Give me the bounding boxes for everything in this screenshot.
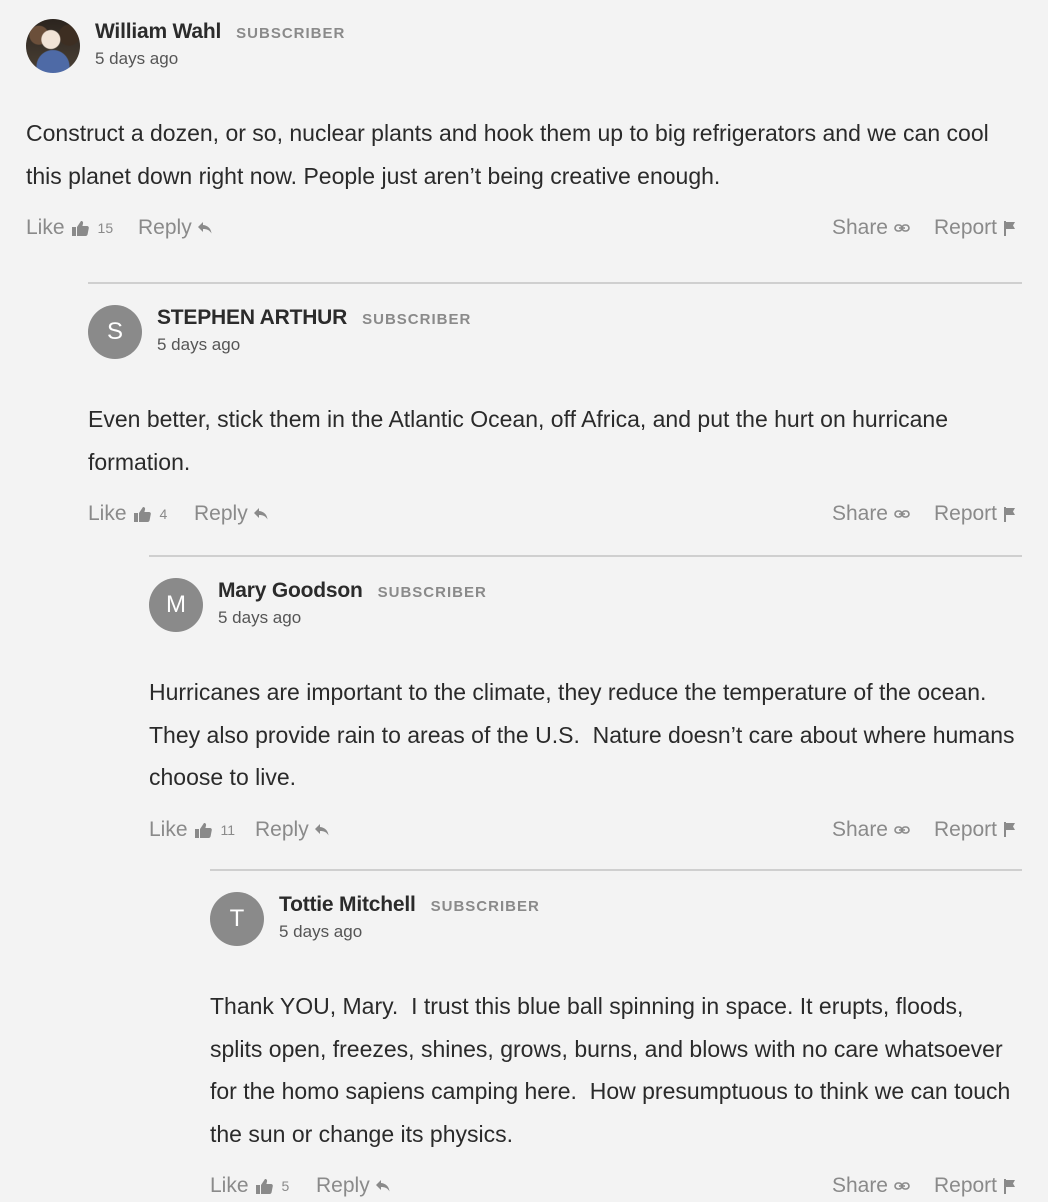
report-button[interactable]: Report (934, 1174, 1016, 1198)
report-label: Report (933, 1174, 997, 1197)
share-button[interactable]: Share (832, 818, 910, 842)
avatar[interactable] (26, 19, 80, 73)
link-icon (894, 825, 910, 835)
like-count: 11 (220, 821, 236, 838)
comment-header: T Tottie Mitchell SUBSCRIBER 5 days ago (210, 892, 1022, 949)
report-button[interactable]: Report (934, 216, 1016, 240)
like-count: 4 (159, 506, 168, 522)
comment-text: Thank YOU, Mary. I trust this blue ball … (210, 993, 1017, 1147)
comment-meta: STEPHEN ARTHUR SUBSCRIBER 5 days ago (157, 306, 471, 355)
comment-reply: S STEPHEN ARTHUR SUBSCRIBER 5 days ago E… (88, 282, 1022, 530)
link-icon (894, 1181, 910, 1191)
report-label: Report (933, 216, 997, 239)
report-label: Report (933, 502, 997, 525)
author-name[interactable]: Mary Goodson (218, 579, 363, 603)
reply-label: Reply (316, 1174, 370, 1197)
comment-reply: T Tottie Mitchell SUBSCRIBER 5 days ago … (210, 869, 1022, 1202)
comment-header: M Mary Goodson SUBSCRIBER 5 days ago (149, 578, 1022, 635)
report-button[interactable]: Report (934, 818, 1016, 842)
flag-icon (1003, 506, 1016, 522)
share-label: Share (831, 817, 888, 841)
comment-timestamp: 5 days ago (279, 922, 363, 941)
author-name[interactable]: Tottie Mitchell (279, 893, 416, 917)
avatar[interactable]: S (88, 305, 142, 359)
thumbs-up-icon (194, 822, 212, 838)
avatar[interactable]: T (210, 892, 264, 946)
comment-actions: Like 15 Reply Share Report (26, 216, 1022, 244)
reply-button[interactable]: Reply (255, 818, 329, 842)
comment-actions: Like 11 Reply Share Report (149, 818, 1022, 846)
subscriber-badge: SUBSCRIBER (236, 25, 346, 42)
comment-meta: Tottie Mitchell SUBSCRIBER 5 days ago (279, 893, 540, 942)
reply-button[interactable]: Reply (316, 1174, 390, 1198)
like-button[interactable]: Like 15 (26, 216, 113, 240)
thumbs-up-icon (133, 506, 151, 522)
comment-header: S STEPHEN ARTHUR SUBSCRIBER 5 days ago (88, 305, 1022, 362)
share-label: Share (831, 216, 888, 239)
report-label: Report (933, 817, 997, 841)
comment-reply: M Mary Goodson SUBSCRIBER 5 days ago Hur… (149, 555, 1022, 846)
like-count: 5 (281, 1178, 290, 1194)
reply-arrow-icon (253, 508, 268, 520)
author-name[interactable]: STEPHEN ARTHUR (157, 306, 347, 330)
subscriber-badge: SUBSCRIBER (430, 898, 540, 915)
like-label: Like (210, 1174, 249, 1197)
share-button[interactable]: Share (832, 1174, 910, 1198)
comment-timestamp: 5 days ago (157, 335, 241, 354)
comment-text: Construct a dozen, or so, nuclear plants… (26, 120, 996, 189)
reply-arrow-icon (314, 823, 329, 836)
link-icon (894, 223, 910, 233)
like-label: Like (26, 216, 65, 239)
share-button[interactable]: Share (832, 502, 910, 526)
report-button[interactable]: Report (934, 502, 1016, 526)
comment-text: Hurricanes are important to the climate,… (149, 679, 1021, 790)
reply-label: Reply (194, 502, 248, 525)
like-label: Like (88, 502, 127, 525)
comment-header: William Wahl SUBSCRIBER 5 days ago (26, 19, 1022, 76)
link-icon (894, 509, 910, 519)
reply-button[interactable]: Reply (194, 502, 268, 526)
subscriber-badge: SUBSCRIBER (362, 311, 472, 328)
share-label: Share (831, 1174, 888, 1197)
like-button[interactable]: Like 4 (88, 502, 167, 526)
share-button[interactable]: Share (832, 216, 910, 240)
comment-actions: Like 5 Reply Share Report (210, 1174, 1022, 1202)
flag-icon (1003, 822, 1016, 837)
comment-meta: Mary Goodson SUBSCRIBER 5 days ago (218, 579, 487, 628)
like-count: 15 (97, 220, 114, 236)
reply-button[interactable]: Reply (138, 216, 212, 240)
comment-timestamp: 5 days ago (218, 608, 302, 627)
comment-meta: William Wahl SUBSCRIBER 5 days ago (95, 20, 345, 69)
reply-label: Reply (255, 817, 309, 841)
reply-label: Reply (138, 216, 192, 239)
like-button[interactable]: Like 5 (210, 1174, 289, 1198)
like-label: Like (149, 817, 188, 841)
subscriber-badge: SUBSCRIBER (377, 584, 487, 601)
flag-icon (1003, 1178, 1016, 1194)
comment-thread: William Wahl SUBSCRIBER 5 days ago Const… (0, 0, 1048, 1200)
comment: William Wahl SUBSCRIBER 5 days ago Const… (26, 19, 1022, 244)
reply-arrow-icon (375, 1180, 390, 1192)
like-button[interactable]: Like 11 (149, 818, 235, 842)
comment-timestamp: 5 days ago (95, 49, 179, 68)
thumbs-up-icon (71, 220, 89, 236)
comment-text: Even better, stick them in the Atlantic … (88, 406, 955, 475)
reply-arrow-icon (197, 222, 212, 234)
comment-actions: Like 4 Reply Share Report (88, 502, 1022, 530)
share-label: Share (831, 502, 888, 525)
author-name[interactable]: William Wahl (95, 20, 221, 44)
thumbs-up-icon (255, 1178, 273, 1194)
flag-icon (1003, 220, 1016, 236)
avatar[interactable]: M (149, 578, 203, 632)
